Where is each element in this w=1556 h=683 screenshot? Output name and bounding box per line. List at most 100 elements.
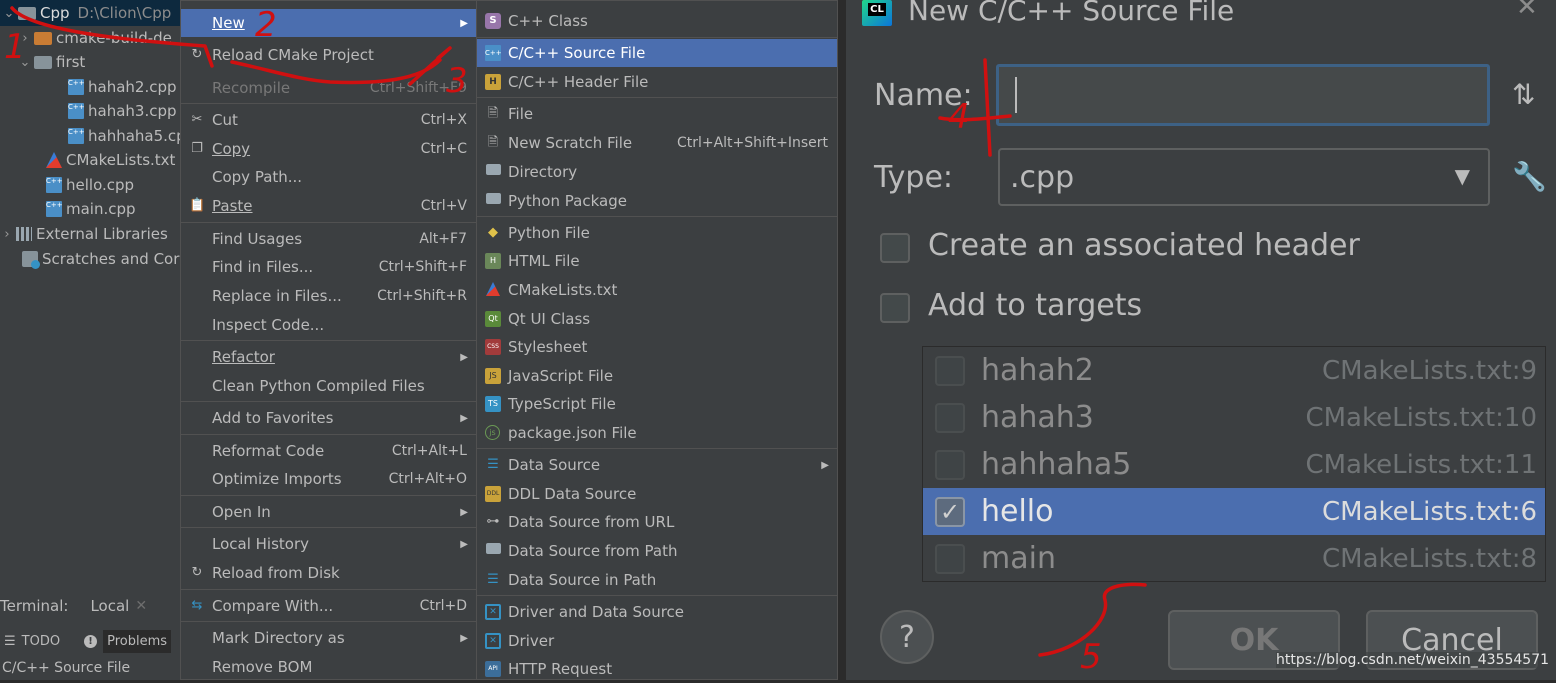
menu-item-recompile[interactable]: Recompile Ctrl+Shift+F9 bbox=[181, 74, 476, 102]
menu-item-compare-with[interactable]: ⇆ Compare With... Ctrl+D bbox=[181, 592, 476, 620]
chevron-right-icon: ▶ bbox=[460, 17, 468, 29]
submenu-item-typescript-file[interactable]: TS TypeScript File bbox=[477, 390, 837, 418]
tree-root-cpp[interactable]: ⌄ Cpp D:\Clion\Cpp bbox=[0, 0, 180, 26]
target-row-selected[interactable]: ✓ hello CMakeLists.txt:6 bbox=[923, 488, 1545, 535]
submenu-item-data-source-in-path[interactable]: ☰ Data Source in Path bbox=[477, 566, 837, 594]
submenu-item-python-package[interactable]: Python Package bbox=[477, 187, 837, 215]
chevron-right-icon[interactable]: › bbox=[0, 227, 14, 242]
tree-item-hahah3[interactable]: C++ hahah3.cpp bbox=[68, 99, 177, 123]
target-checkbox[interactable] bbox=[935, 449, 965, 480]
menu-item-remove-bom[interactable]: Remove BOM bbox=[181, 653, 476, 681]
tab-problems[interactable]: Problems bbox=[103, 629, 171, 653]
submenu-item-javascript-file[interactable]: JS JavaScript File bbox=[477, 362, 837, 390]
scissors-icon: ✂ bbox=[191, 112, 203, 127]
submenu-item-file[interactable]: 🗎 File bbox=[477, 100, 837, 128]
menu-item-mark-directory[interactable]: Mark Directory as ▶ bbox=[181, 624, 476, 652]
submenu-item-directory[interactable]: Directory bbox=[477, 158, 837, 186]
tree-item-main[interactable]: C++ main.cpp bbox=[46, 197, 136, 221]
menu-item-new[interactable]: New ▶ bbox=[181, 9, 476, 37]
name-field[interactable] bbox=[996, 64, 1490, 126]
chevron-down-icon[interactable]: ⌄ bbox=[2, 6, 16, 21]
compare-icon: ⇆ bbox=[191, 598, 203, 613]
target-row[interactable]: hahhaha5 CMakeLists.txt:11 bbox=[923, 441, 1545, 488]
package-icon bbox=[485, 193, 501, 209]
create-header-checkbox[interactable] bbox=[880, 233, 910, 263]
submenu-item-new-scratch-file[interactable]: 🗎 New Scratch File Ctrl+Alt+Shift+Insert bbox=[477, 129, 837, 157]
menu-separator bbox=[477, 448, 837, 449]
menu-item-reformat-code[interactable]: Reformat Code Ctrl+Alt+L bbox=[181, 437, 476, 465]
submenu-item-ddl-data-source[interactable]: DDL DDL Data Source bbox=[477, 480, 837, 508]
submenu-item-data-source-url[interactable]: ⊶ Data Source from URL bbox=[477, 508, 837, 536]
submenu-item-cpp-source-file[interactable]: C++ C/C++ Source File bbox=[477, 39, 837, 67]
target-checkbox[interactable] bbox=[935, 355, 965, 386]
menu-separator bbox=[181, 401, 476, 402]
menu-item-open-in[interactable]: Open In ▶ bbox=[181, 498, 476, 526]
menu-item-local-history[interactable]: Local History ▶ bbox=[181, 530, 476, 558]
target-checkbox[interactable]: ✓ bbox=[935, 496, 965, 527]
submenu-item-label: Stylesheet bbox=[508, 338, 588, 356]
tree-item-label: Scratches and Cor bbox=[42, 250, 180, 268]
submenu-item-driver-and-data-source[interactable]: ✕ Driver and Data Source bbox=[477, 598, 837, 626]
menu-item-refactor[interactable]: Refactor ▶ bbox=[181, 343, 476, 371]
cpp-file-icon: C++ bbox=[46, 177, 63, 193]
cmake-icon bbox=[46, 152, 62, 168]
menu-item-copy[interactable]: ❐ Copy Ctrl+C bbox=[181, 135, 476, 163]
tab-terminal-local[interactable]: Local bbox=[90, 597, 129, 615]
submenu-item-data-source[interactable]: ☰ Data Source ▶ bbox=[477, 451, 837, 479]
tree-item-hahhaha5[interactable]: C++ hahhaha5.cp bbox=[68, 124, 186, 148]
menu-item-inspect-code[interactable]: Inspect Code... bbox=[181, 311, 476, 339]
tree-item-external-libraries[interactable]: › External Libraries bbox=[0, 222, 167, 246]
wrench-icon[interactable]: 🔧 bbox=[1512, 160, 1547, 193]
submenu-item-cmakelists[interactable]: CMakeLists.txt bbox=[477, 276, 837, 304]
dialog-title: New C/C++ Source File bbox=[908, 0, 1235, 27]
submenu-item-driver[interactable]: ✕ Driver bbox=[477, 627, 837, 655]
target-row[interactable]: hahah3 CMakeLists.txt:10 bbox=[923, 394, 1545, 441]
submenu-item-python-file[interactable]: ◆ Python File bbox=[477, 219, 837, 247]
menu-item-reload-from-disk[interactable]: ↻ Reload from Disk bbox=[181, 559, 476, 587]
target-row[interactable]: hahah2 CMakeLists.txt:9 bbox=[923, 347, 1545, 394]
tree-item-first[interactable]: ⌄ first bbox=[18, 50, 86, 74]
menu-item-shortcut: Ctrl+Alt+L bbox=[391, 443, 467, 459]
sort-icon[interactable]: ⇅ bbox=[1512, 78, 1535, 111]
submenu-item-label: Data Source bbox=[508, 456, 601, 474]
submenu-item-cpp-class[interactable]: S C++ Class bbox=[477, 7, 837, 35]
chevron-right-icon[interactable]: › bbox=[18, 31, 32, 46]
target-checkbox[interactable] bbox=[935, 543, 965, 574]
submenu-item-cpp-header-file[interactable]: H C/C++ Header File bbox=[477, 68, 837, 96]
submenu-item-label: DDL Data Source bbox=[508, 485, 637, 503]
menu-item-replace-in-files[interactable]: Replace in Files... Ctrl+Shift+R bbox=[181, 282, 476, 310]
chevron-down-icon[interactable]: ⌄ bbox=[18, 55, 32, 70]
tree-item-scratches[interactable]: Scratches and Cor bbox=[22, 247, 179, 271]
css-file-icon: CSS bbox=[485, 339, 501, 355]
tree-item-cmake-build[interactable]: › cmake-build-de bbox=[18, 26, 172, 50]
tree-item-hello[interactable]: C++ hello.cpp bbox=[46, 173, 134, 197]
menu-item-reload-cmake[interactable]: ↻ Reload CMake Project bbox=[181, 41, 476, 69]
submenu-item-qt-ui-class[interactable]: Qt Qt UI Class bbox=[477, 305, 837, 333]
submenu-item-html-file[interactable]: H HTML File bbox=[477, 247, 837, 275]
submenu-item-stylesheet[interactable]: CSS Stylesheet bbox=[477, 333, 837, 361]
help-button[interactable]: ? bbox=[880, 610, 934, 664]
menu-item-find-usages[interactable]: Find Usages Alt+F7 bbox=[181, 225, 476, 253]
menu-item-add-to-favorites[interactable]: Add to Favorites ▶ bbox=[181, 404, 476, 432]
tab-todo[interactable]: TODO bbox=[22, 634, 60, 649]
database-icon: ☰ bbox=[487, 572, 499, 587]
submenu-item-http-request[interactable]: API HTTP Request bbox=[477, 655, 837, 683]
menu-item-cut[interactable]: ✂ Cut Ctrl+X bbox=[181, 106, 476, 134]
menu-item-clean-python[interactable]: Clean Python Compiled Files bbox=[181, 372, 476, 400]
menu-item-copy-path[interactable]: Copy Path... bbox=[181, 163, 476, 191]
menu-item-optimize-imports[interactable]: Optimize Imports Ctrl+Alt+O bbox=[181, 465, 476, 493]
close-icon[interactable]: ✕ bbox=[135, 598, 147, 614]
menu-item-label: Copy bbox=[212, 140, 251, 158]
submenu-item-data-source-path[interactable]: Data Source from Path bbox=[477, 537, 837, 565]
menu-item-paste[interactable]: 📋 Paste Ctrl+V bbox=[181, 192, 476, 220]
type-select[interactable]: .cpp ▼ bbox=[998, 148, 1490, 206]
tree-item-cmakelists[interactable]: CMakeLists.txt bbox=[46, 148, 175, 172]
target-checkbox[interactable] bbox=[935, 402, 965, 433]
target-row[interactable]: main CMakeLists.txt:8 bbox=[923, 535, 1545, 582]
submenu-item-package-json[interactable]: js package.json File bbox=[477, 419, 837, 447]
submenu-item-label: Directory bbox=[508, 163, 578, 181]
menu-item-find-in-files[interactable]: Find in Files... Ctrl+Shift+F bbox=[181, 253, 476, 281]
close-icon[interactable]: ✕ bbox=[1516, 0, 1538, 22]
tree-item-hahah2[interactable]: C++ hahah2.cpp bbox=[68, 75, 177, 99]
add-to-targets-checkbox[interactable] bbox=[880, 293, 910, 323]
